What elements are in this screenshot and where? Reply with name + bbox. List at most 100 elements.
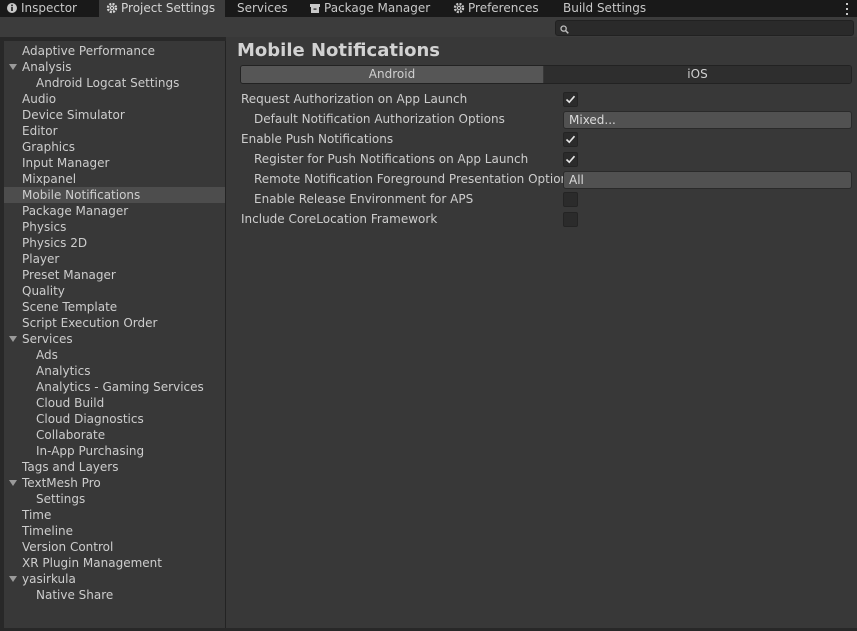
sidebar-item-graphics[interactable]: Graphics — [4, 139, 225, 155]
property-dropdown[interactable]: Mixed... — [563, 111, 852, 129]
sidebar-item-services[interactable]: Services — [4, 331, 225, 347]
sidebar-item-label: Version Control — [22, 540, 114, 554]
sidebar-item-label: Services — [22, 332, 73, 346]
sidebar-item-label: Audio — [22, 92, 57, 106]
sidebar-item-mobile-notifications[interactable]: Mobile Notifications — [4, 187, 225, 203]
checkmark-icon — [565, 135, 576, 144]
property-checkbox[interactable] — [563, 212, 578, 227]
sidebar-item-label: Quality — [22, 284, 65, 298]
sidebar-item-player[interactable]: Player — [4, 251, 225, 267]
sidebar-item-cloud-build[interactable]: Cloud Build — [4, 395, 225, 411]
tab-services[interactable]: Services — [237, 0, 288, 17]
tab-label: Inspector — [21, 1, 77, 15]
tab-inspector[interactable]: Inspector — [6, 0, 77, 17]
tab-project-settings[interactable]: Project Settings — [99, 0, 225, 17]
property-checkbox[interactable] — [563, 132, 578, 147]
property-label: Enable Push Notifications — [241, 132, 394, 146]
sidebar-item-quality[interactable]: Quality — [4, 283, 225, 299]
sidebar-item-collaborate[interactable]: Collaborate — [4, 427, 225, 443]
sidebar-item-device-simulator[interactable]: Device Simulator — [4, 107, 225, 123]
sidebar-item-package-manager[interactable]: Package Manager — [4, 203, 225, 219]
sidebar-item-label: Android Logcat Settings — [36, 76, 180, 90]
sidebar-item-ads[interactable]: Ads — [4, 347, 225, 363]
expand-arrow-icon[interactable] — [9, 336, 17, 342]
sidebar-item-adaptive-performance[interactable]: Adaptive Performance — [4, 43, 225, 59]
sidebar-item-xr-plugin-management[interactable]: XR Plugin Management — [4, 555, 225, 571]
tab-build-settings[interactable]: Build Settings — [563, 0, 646, 17]
window-tab-bar: Inspector Project Settings Services Pack… — [0, 0, 857, 17]
sidebar-item-timeline[interactable]: Timeline — [4, 523, 225, 539]
settings-sidebar: Adaptive Performance Analysis Android Logc… — [4, 41, 226, 628]
property-row: Include CoreLocation Framework — [226, 209, 857, 229]
tab-preferences[interactable]: Preferences — [453, 0, 539, 17]
sidebar-item-script-execution-order[interactable]: Script Execution Order — [4, 315, 225, 331]
platform-tabs: Android iOS — [240, 65, 852, 84]
dropdown-value: Mixed... — [569, 113, 616, 127]
sidebar-item-analytics[interactable]: Analytics — [4, 363, 225, 379]
gear-icon — [106, 2, 118, 14]
property-label: Enable Release Environment for APS — [254, 192, 474, 206]
sidebar-item-label: Mobile Notifications — [22, 188, 141, 202]
property-row: Enable Push Notifications — [226, 129, 857, 149]
property-row: Default Notification Authorization Optio… — [226, 109, 857, 129]
property-label: Request Authorization on App Launch — [241, 92, 468, 106]
sidebar-item-tags-and-layers[interactable]: Tags and Layers — [4, 459, 225, 475]
sidebar-item-editor[interactable]: Editor — [4, 123, 225, 139]
sidebar-item-mixpanel[interactable]: Mixpanel — [4, 171, 225, 187]
sidebar-item-label: Graphics — [22, 140, 75, 154]
page-title: Mobile Notifications — [237, 40, 441, 61]
expand-arrow-icon[interactable] — [9, 480, 17, 486]
sidebar-item-physics-2d[interactable]: Physics 2D — [4, 235, 225, 251]
info-icon — [6, 2, 18, 14]
tab-android[interactable]: Android — [241, 66, 543, 83]
property-row: Register for Push Notifications on App L… — [226, 149, 857, 169]
tab-label: Services — [237, 1, 288, 15]
property-checkbox[interactable] — [563, 192, 578, 207]
property-label: Remote Notification Foreground Presentat… — [254, 172, 575, 186]
sidebar-item-label: Scene Template — [22, 300, 118, 314]
sidebar-item-in-app-purchasing[interactable]: In-App Purchasing — [4, 443, 225, 459]
dropdown-value: All — [569, 173, 584, 187]
gear-icon — [453, 2, 465, 14]
sidebar-item-settings[interactable]: Settings — [4, 491, 225, 507]
more-options-icon[interactable] — [843, 0, 851, 17]
expand-arrow-icon[interactable] — [9, 64, 17, 70]
sidebar-item-label: Settings — [36, 492, 86, 506]
sidebar-item-label: Physics — [22, 220, 67, 234]
sidebar-item-analysis[interactable]: Analysis — [4, 59, 225, 75]
sidebar-item-native-share[interactable]: Native Share — [4, 587, 225, 603]
property-row: Remote Notification Foreground Presentat… — [226, 169, 857, 189]
tab-package-manager[interactable]: Package Manager — [309, 0, 430, 17]
sidebar-item-preset-manager[interactable]: Preset Manager — [4, 267, 225, 283]
sidebar-item-audio[interactable]: Audio — [4, 91, 225, 107]
sidebar-item-label: Analysis — [22, 60, 72, 74]
sidebar-item-label: Time — [22, 508, 52, 522]
toolbar — [0, 17, 857, 37]
property-checkbox[interactable] — [563, 152, 578, 167]
sidebar-item-textmesh-pro[interactable]: TextMesh Pro — [4, 475, 225, 491]
property-row: Request Authorization on App Launch — [226, 89, 857, 109]
sidebar-item-version-control[interactable]: Version Control — [4, 539, 225, 555]
tab-ios[interactable]: iOS — [544, 66, 851, 83]
expand-arrow-icon[interactable] — [9, 576, 17, 582]
tab-label: Package Manager — [324, 1, 431, 15]
sidebar-item-yasirkula[interactable]: yasirkula — [4, 571, 225, 587]
sidebar-item-input-manager[interactable]: Input Manager — [4, 155, 225, 171]
sidebar-item-analytics-gaming-services[interactable]: Analytics - Gaming Services — [4, 379, 225, 395]
tab-label: Preferences — [468, 1, 539, 15]
property-dropdown[interactable]: All — [563, 171, 852, 189]
sidebar-item-label: Native Share — [36, 588, 114, 602]
checkmark-icon — [565, 95, 576, 104]
sidebar-item-label: Adaptive Performance — [22, 44, 155, 58]
sidebar-item-label: TextMesh Pro — [22, 476, 101, 490]
property-checkbox[interactable] — [563, 92, 578, 107]
search-input[interactable] — [555, 20, 854, 36]
sidebar-item-label: Physics 2D — [22, 236, 88, 250]
sidebar-item-cloud-diagnostics[interactable]: Cloud Diagnostics — [4, 411, 225, 427]
sidebar-item-time[interactable]: Time — [4, 507, 225, 523]
sidebar-item-android-logcat-settings[interactable]: Android Logcat Settings — [4, 75, 225, 91]
sidebar-item-scene-template[interactable]: Scene Template — [4, 299, 225, 315]
sidebar-item-physics[interactable]: Physics — [4, 219, 225, 235]
sidebar-item-label: Mixpanel — [22, 172, 77, 186]
sidebar-item-label: Timeline — [22, 524, 74, 538]
